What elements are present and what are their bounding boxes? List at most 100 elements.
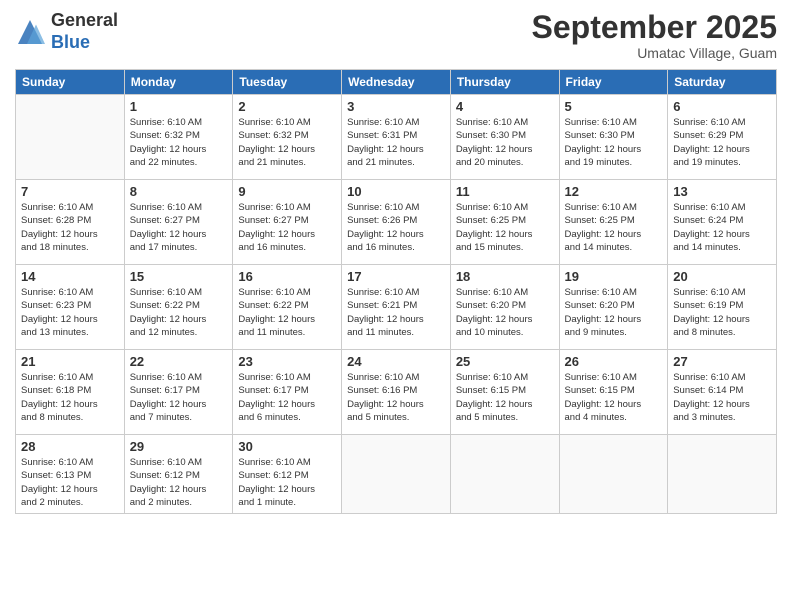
table-row: 1 Sunrise: 6:10 AM Sunset: 6:32 PM Daylig…	[124, 95, 233, 180]
table-row: 28Sunrise: 6:10 AM Sunset: 6:13 PM Dayli…	[16, 435, 125, 514]
logo-blue: Blue	[51, 32, 90, 52]
day-number: 10	[347, 184, 445, 199]
table-row: 24 Sunrise: 6:10 AM Sunset: 6:16 PM Dayli…	[342, 350, 451, 435]
day-info: Sunrise: 6:10 AM Sunset: 6:17 PM Dayligh…	[238, 371, 336, 424]
title-block: September 2025 Umatac Village, Guam	[532, 10, 777, 61]
day-info: Sunrise: 6:10 AM Sunset: 6:31 PM Dayligh…	[347, 116, 445, 169]
day-number: 2	[238, 99, 336, 114]
table-row: 9 Sunrise: 6:10 AM Sunset: 6:27 PM Daylig…	[233, 180, 342, 265]
day-info: Sunrise: 6:10 AM Sunset: 6:16 PM Dayligh…	[347, 371, 445, 424]
day-info: Sunrise: 6:10 AM Sunset: 6:32 PM Dayligh…	[130, 116, 228, 169]
col-monday: Monday	[124, 70, 233, 95]
day-info: Sunrise: 6:10 AM Sunset: 6:21 PM Dayligh…	[347, 286, 445, 339]
day-number: 27	[673, 354, 771, 369]
day-info: Sunrise: 6:10 AM Sunset: 6:27 PM Dayligh…	[238, 201, 336, 254]
table-row: 4 Sunrise: 6:10 AM Sunset: 6:30 PM Daylig…	[450, 95, 559, 180]
table-row: 3Sunrise: 6:10 AM Sunset: 6:31 PM Daylig…	[342, 95, 451, 180]
day-number: 20	[673, 269, 771, 284]
day-number: 30	[238, 439, 336, 454]
logo: General Blue	[15, 10, 118, 53]
calendar-table: Sunday Monday Tuesday Wednesday Thursday…	[15, 69, 777, 514]
day-info: Sunrise: 6:10 AM Sunset: 6:15 PM Dayligh…	[565, 371, 663, 424]
day-info: Sunrise: 6:10 AM Sunset: 6:12 PM Dayligh…	[238, 456, 336, 509]
day-number: 4	[456, 99, 554, 114]
table-row	[559, 435, 668, 514]
table-row: 18 Sunrise: 6:10 AM Sunset: 6:20 PM Dayli…	[450, 265, 559, 350]
day-number: 11	[456, 184, 554, 199]
day-info: Sunrise: 6:10 AM Sunset: 6:20 PM Dayligh…	[565, 286, 663, 339]
day-number: 16	[238, 269, 336, 284]
day-number: 1	[130, 99, 228, 114]
table-row: 22Sunrise: 6:10 AM Sunset: 6:17 PM Dayli…	[124, 350, 233, 435]
day-number: 18	[456, 269, 554, 284]
day-number: 15	[130, 269, 228, 284]
table-row: 30 Sunrise: 6:10 AM Sunset: 6:12 PM Dayli…	[233, 435, 342, 514]
month-title: September 2025	[532, 10, 777, 45]
day-number: 26	[565, 354, 663, 369]
day-number: 22	[130, 354, 228, 369]
day-number: 29	[130, 439, 228, 454]
table-row: 12 Sunrise: 6:10 AM Sunset: 6:25 PM Dayli…	[559, 180, 668, 265]
table-row: 17 Sunrise: 6:10 AM Sunset: 6:21 PM Dayli…	[342, 265, 451, 350]
table-row: 6Sunrise: 6:10 AM Sunset: 6:29 PM Daylig…	[668, 95, 777, 180]
table-row: 2 Sunrise: 6:10 AM Sunset: 6:32 PM Daylig…	[233, 95, 342, 180]
day-info: Sunrise: 6:10 AM Sunset: 6:18 PM Dayligh…	[21, 371, 119, 424]
table-row: 15 Sunrise: 6:10 AM Sunset: 6:22 PM Dayli…	[124, 265, 233, 350]
day-number: 13	[673, 184, 771, 199]
day-info: Sunrise: 6:10 AM Sunset: 6:30 PM Dayligh…	[456, 116, 554, 169]
location-subtitle: Umatac Village, Guam	[532, 45, 777, 61]
table-row: 23 Sunrise: 6:10 AM Sunset: 6:17 PM Dayli…	[233, 350, 342, 435]
table-row	[342, 435, 451, 514]
col-thursday: Thursday	[450, 70, 559, 95]
day-number: 8	[130, 184, 228, 199]
table-row: 20 Sunrise: 6:10 AM Sunset: 6:19 PM Dayli…	[668, 265, 777, 350]
day-info: Sunrise: 6:10 AM Sunset: 6:19 PM Dayligh…	[673, 286, 771, 339]
day-info: Sunrise: 6:10 AM Sunset: 6:24 PM Dayligh…	[673, 201, 771, 254]
logo-general: General	[51, 10, 118, 30]
day-number: 14	[21, 269, 119, 284]
table-row	[450, 435, 559, 514]
table-row: 29 Sunrise: 6:10 AM Sunset: 6:12 PM Dayli…	[124, 435, 233, 514]
day-info: Sunrise: 6:10 AM Sunset: 6:32 PM Dayligh…	[238, 116, 336, 169]
day-number: 24	[347, 354, 445, 369]
day-number: 12	[565, 184, 663, 199]
table-row: 27 Sunrise: 6:10 AM Sunset: 6:14 PM Dayli…	[668, 350, 777, 435]
day-info: Sunrise: 6:10 AM Sunset: 6:14 PM Dayligh…	[673, 371, 771, 424]
header: General Blue September 2025 Umatac Villa…	[15, 10, 777, 61]
day-info: Sunrise: 6:10 AM Sunset: 6:26 PM Dayligh…	[347, 201, 445, 254]
table-row: 25Sunrise: 6:10 AM Sunset: 6:15 PM Dayli…	[450, 350, 559, 435]
day-info: Sunrise: 6:10 AM Sunset: 6:25 PM Dayligh…	[565, 201, 663, 254]
table-row: 7 Sunrise: 6:10 AM Sunset: 6:28 PM Daylig…	[16, 180, 125, 265]
day-number: 9	[238, 184, 336, 199]
table-row: 8Sunrise: 6:10 AM Sunset: 6:27 PM Daylig…	[124, 180, 233, 265]
day-info: Sunrise: 6:10 AM Sunset: 6:20 PM Dayligh…	[456, 286, 554, 339]
day-info: Sunrise: 6:10 AM Sunset: 6:29 PM Dayligh…	[673, 116, 771, 169]
day-info: Sunrise: 6:10 AM Sunset: 6:28 PM Dayligh…	[21, 201, 119, 254]
day-info: Sunrise: 6:10 AM Sunset: 6:15 PM Dayligh…	[456, 371, 554, 424]
col-saturday: Saturday	[668, 70, 777, 95]
day-number: 21	[21, 354, 119, 369]
table-row: 14 Sunrise: 6:10 AM Sunset: 6:23 PM Dayli…	[16, 265, 125, 350]
page: General Blue September 2025 Umatac Villa…	[0, 0, 792, 612]
day-info: Sunrise: 6:10 AM Sunset: 6:22 PM Dayligh…	[130, 286, 228, 339]
calendar-header-row: Sunday Monday Tuesday Wednesday Thursday…	[16, 70, 777, 95]
day-number: 7	[21, 184, 119, 199]
day-number: 19	[565, 269, 663, 284]
day-number: 17	[347, 269, 445, 284]
table-row: 26 Sunrise: 6:10 AM Sunset: 6:15 PM Dayli…	[559, 350, 668, 435]
table-row: 10 Sunrise: 6:10 AM Sunset: 6:26 PM Dayli…	[342, 180, 451, 265]
day-number: 23	[238, 354, 336, 369]
logo-text: General Blue	[51, 10, 118, 53]
table-row	[668, 435, 777, 514]
table-row: 21 Sunrise: 6:10 AM Sunset: 6:18 PM Dayli…	[16, 350, 125, 435]
day-info: Sunrise: 6:10 AM Sunset: 6:25 PM Dayligh…	[456, 201, 554, 254]
col-friday: Friday	[559, 70, 668, 95]
table-row: 19 Sunrise: 6:10 AM Sunset: 6:20 PM Dayli…	[559, 265, 668, 350]
table-row: 11 Sunrise: 6:10 AM Sunset: 6:25 PM Dayli…	[450, 180, 559, 265]
day-info: Sunrise: 6:10 AM Sunset: 6:30 PM Dayligh…	[565, 116, 663, 169]
day-info: Sunrise: 6:10 AM Sunset: 6:23 PM Dayligh…	[21, 286, 119, 339]
day-info: Sunrise: 6:10 AM Sunset: 6:12 PM Dayligh…	[130, 456, 228, 509]
col-wednesday: Wednesday	[342, 70, 451, 95]
table-row: 13 Sunrise: 6:10 AM Sunset: 6:24 PM Dayli…	[668, 180, 777, 265]
table-row	[16, 95, 125, 180]
